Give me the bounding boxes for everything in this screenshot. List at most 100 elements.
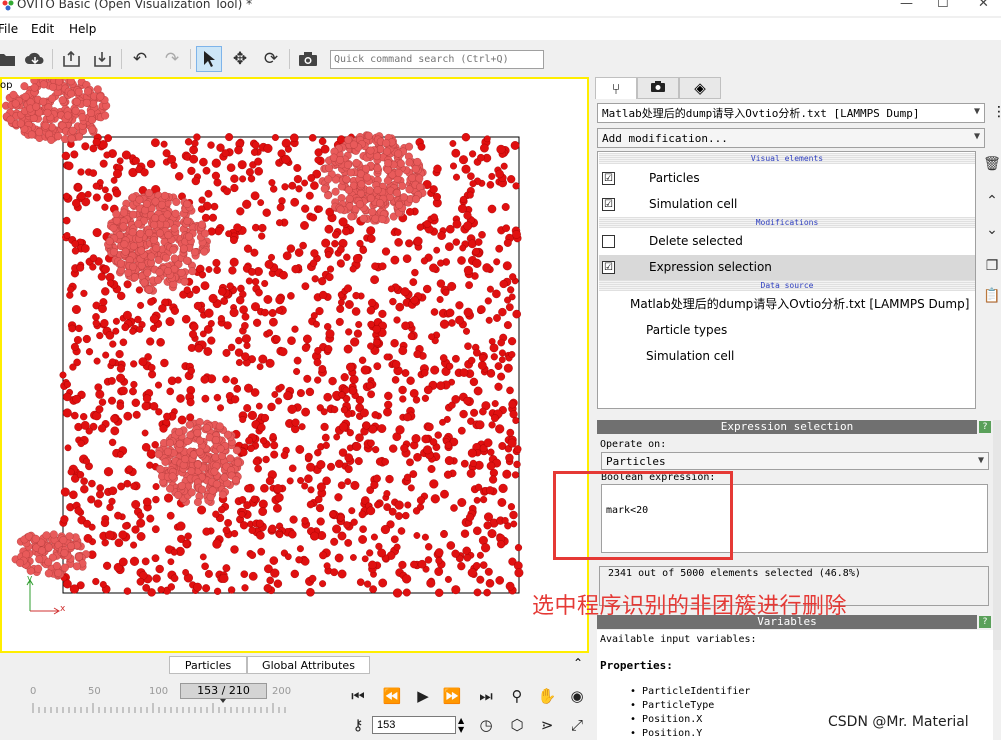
pipeline-item-label: Delete selected bbox=[649, 234, 743, 248]
viewport-caption[interactable]: op bbox=[0, 80, 12, 91]
checkbox[interactable]: ☑ bbox=[602, 172, 615, 185]
panel-scrollbar[interactable] bbox=[993, 420, 1001, 650]
visual-elements-header: Visual elements bbox=[599, 153, 975, 164]
property-name: Position.X bbox=[642, 714, 703, 725]
timeline-frame-slider[interactable]: 153 / 210 bbox=[180, 683, 267, 699]
frame-spinner[interactable] bbox=[372, 716, 456, 734]
property-name: Position.Y bbox=[642, 728, 703, 739]
property-item: • ParticleType bbox=[630, 700, 715, 711]
rotate-mode-icon[interactable]: ⟳ bbox=[258, 46, 284, 72]
menu-help[interactable]: Help bbox=[69, 22, 96, 36]
cloud-download-icon[interactable] bbox=[22, 46, 48, 72]
pipeline-item-label: Expression selection bbox=[649, 260, 772, 274]
tab-render[interactable] bbox=[637, 77, 679, 99]
tab-pipeline[interactable]: ⑂ bbox=[595, 77, 637, 99]
delete-trash-icon[interactable]: 🗑 bbox=[983, 156, 1001, 176]
spinner-arrows-icon[interactable]: ▲ ▼ bbox=[458, 716, 464, 734]
view-cube-icon[interactable]: ⬡ bbox=[505, 713, 529, 737]
timeline-marker bbox=[220, 699, 226, 703]
properties-label: Properties: bbox=[600, 659, 673, 672]
step-forward-icon[interactable]: ⏩ bbox=[440, 684, 464, 708]
operate-on-value: Particles bbox=[606, 454, 666, 468]
minimize-icon[interactable]: — bbox=[900, 0, 913, 11]
operate-on-combo[interactable]: Particles ▼ bbox=[601, 452, 989, 470]
chevron-down-icon: ▼ bbox=[973, 106, 980, 117]
undo-icon[interactable]: ↶ bbox=[127, 46, 153, 72]
data-source-header: Data source bbox=[599, 280, 975, 291]
clipboard-icon[interactable]: 📋 bbox=[983, 288, 1001, 308]
pipeline-item-simulation-cell[interactable]: ☑ Simulation cell bbox=[599, 192, 975, 217]
window-title: OVITO Basic (Open Visualization Tool) * bbox=[17, 0, 253, 11]
zoom-extents-icon[interactable]: ⤢ bbox=[565, 713, 589, 737]
menu-file[interactable]: File bbox=[0, 22, 18, 36]
chevron-down-icon: ▼ bbox=[973, 131, 980, 142]
pipeline-source-combo[interactable]: Matlab处理后的dump请导入Ovtio分析.txt [LAMMPS Dum… bbox=[597, 103, 985, 123]
step-back-icon[interactable]: ⏪ bbox=[380, 684, 404, 708]
move-mode-icon[interactable]: ✥ bbox=[227, 46, 253, 72]
axis-tripod: y x bbox=[25, 574, 70, 617]
viewport[interactable] bbox=[0, 77, 589, 653]
timeline-ticks bbox=[32, 703, 286, 713]
tab-particles[interactable]: Particles bbox=[169, 656, 247, 674]
pipeline-item-label: Particles bbox=[649, 171, 700, 185]
property-item: • Position.X bbox=[630, 714, 703, 725]
tab-global-attributes[interactable]: Global Attributes bbox=[247, 656, 370, 674]
toolbar-separator bbox=[190, 49, 191, 69]
annotation-highlight-box bbox=[553, 471, 733, 560]
pipeline-branch-icon: ⑂ bbox=[611, 79, 621, 98]
menu-edit[interactable]: Edit bbox=[31, 22, 54, 36]
add-modification-label: Add modification... bbox=[602, 131, 728, 145]
fov-icon[interactable]: ⋗ bbox=[535, 713, 559, 737]
property-item: • ParticleIdentifier bbox=[630, 686, 751, 697]
more-options-icon[interactable]: ⋮ bbox=[992, 104, 1001, 120]
pipeline-item-delete-selected[interactable]: Delete selected bbox=[599, 229, 975, 254]
particle-scene[interactable] bbox=[2, 79, 587, 651]
pipeline-item-label: Simulation cell bbox=[646, 349, 735, 363]
tab-overlays[interactable]: ◈ bbox=[679, 77, 721, 99]
maximize-icon[interactable]: ☐ bbox=[937, 0, 949, 11]
timeline-tick-label: 200 bbox=[272, 686, 292, 697]
layers-icon: ◈ bbox=[694, 79, 706, 97]
pipeline-item-source-simulation-cell[interactable]: Simulation cell bbox=[599, 344, 975, 369]
redo-icon[interactable]: ↷ bbox=[159, 46, 185, 72]
title-bar: OVITO Basic (Open Visualization Tool) * … bbox=[0, 0, 1001, 16]
pipeline-item-particles[interactable]: ☑ Particles bbox=[599, 166, 975, 191]
command-search-input[interactable] bbox=[330, 50, 544, 69]
chevron-up-icon[interactable]: ⌃ bbox=[573, 656, 583, 670]
checkbox[interactable] bbox=[602, 235, 615, 248]
jump-end-icon[interactable]: ⏭ bbox=[474, 684, 498, 708]
move-up-icon[interactable]: ⌃ bbox=[983, 193, 1001, 213]
toolbar-separator bbox=[121, 49, 122, 69]
help-icon[interactable]: ? bbox=[979, 616, 991, 628]
play-icon[interactable]: ▶ bbox=[411, 684, 435, 708]
pan-hand-icon[interactable]: ✋ bbox=[535, 684, 559, 708]
zoom-icon[interactable]: ⚲ bbox=[505, 684, 529, 708]
operate-on-label: Operate on: bbox=[600, 439, 667, 450]
checkbox[interactable]: ☑ bbox=[602, 261, 615, 274]
copy-icon[interactable]: ❐ bbox=[983, 258, 1001, 278]
timeline-tick-label: 0 bbox=[30, 686, 37, 697]
add-modification-combo[interactable]: Add modification... ▼ bbox=[597, 128, 985, 148]
screenshot-camera-icon[interactable] bbox=[295, 46, 321, 72]
save-session-icon[interactable] bbox=[90, 46, 116, 72]
clock-icon[interactable]: ◷ bbox=[474, 713, 498, 737]
pipeline-item-source-file[interactable]: Matlab处理后的dump请导入Ovtio分析.txt [LAMMPS Dum… bbox=[599, 292, 975, 317]
open-folder-icon[interactable] bbox=[0, 46, 20, 72]
modifications-header: Modifications bbox=[599, 217, 975, 228]
export-icon[interactable] bbox=[59, 46, 85, 72]
orbit-eye-icon[interactable]: ◉ bbox=[565, 684, 589, 708]
watermark: CSDN @Mr. Material bbox=[828, 714, 969, 730]
checkbox[interactable]: ☑ bbox=[602, 198, 615, 211]
move-down-icon[interactable]: ⌄ bbox=[983, 222, 1001, 242]
jump-start-icon[interactable]: ⏮ bbox=[346, 684, 370, 708]
key-icon[interactable]: ⚷ bbox=[346, 713, 370, 737]
expression-panel-title: Expression selection bbox=[597, 420, 977, 434]
help-icon[interactable]: ? bbox=[979, 421, 991, 433]
close-icon[interactable]: ✕ bbox=[978, 0, 989, 11]
pipeline-item-expression-selection[interactable]: ☑ Expression selection bbox=[599, 255, 975, 280]
selection-mode-icon[interactable] bbox=[196, 46, 222, 72]
app-logo-icon bbox=[2, 0, 14, 11]
pipeline-item-label: Matlab处理后的dump请导入Ovtio分析.txt [LAMMPS Dum… bbox=[630, 297, 970, 311]
pipeline-item-particle-types[interactable]: Particle types bbox=[599, 318, 975, 343]
property-name: ParticleType bbox=[642, 700, 715, 711]
